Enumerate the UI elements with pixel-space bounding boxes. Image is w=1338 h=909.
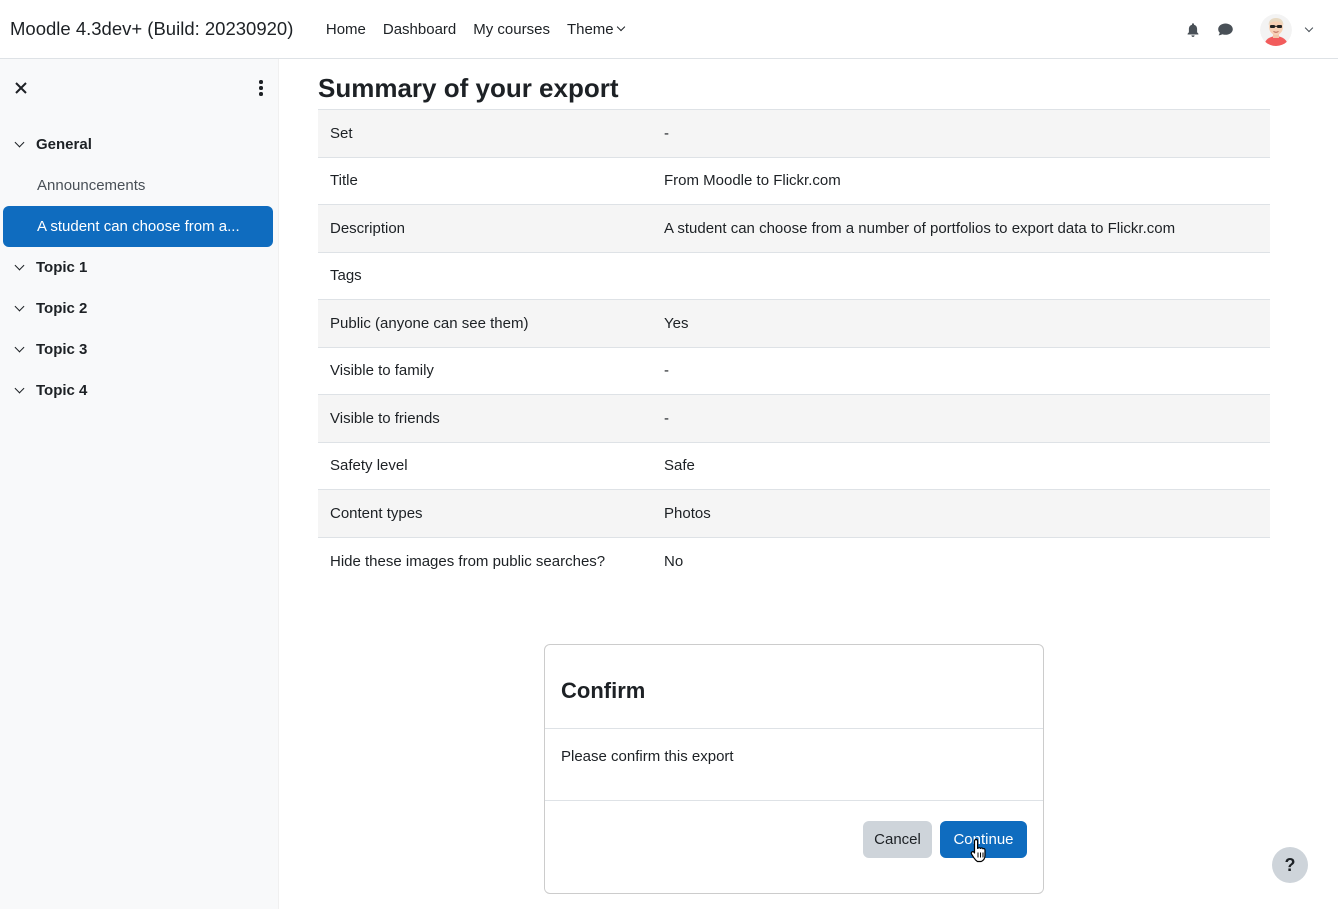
row-key: Title	[318, 156, 652, 205]
nav-my-courses-label: My courses	[473, 20, 550, 38]
nav-home[interactable]: Home	[317, 21, 374, 38]
row-key: Public (anyone can see them)	[318, 299, 652, 347]
row-value: A student can choose from a number of po…	[652, 204, 1270, 252]
export-summary-table: Set - Title From Moodle to Flickr.com Desc…	[318, 109, 1270, 585]
row-value	[652, 251, 1270, 300]
section-label: Topic 3	[36, 341, 88, 358]
table-row: Set -	[318, 109, 1270, 157]
nav-dashboard-label: Dashboard	[382, 20, 457, 38]
bell-icon	[1187, 22, 1199, 37]
table-row: Hide these images from public searches? N…	[318, 536, 1270, 585]
section-general[interactable]: General	[0, 124, 279, 165]
section-label: Topic 4	[36, 382, 88, 399]
avatar	[1260, 13, 1292, 46]
row-key: Content types	[318, 489, 652, 537]
table-row: Description A student can choose from a n…	[318, 204, 1270, 252]
row-key: Description	[318, 204, 652, 252]
notifications-button[interactable]	[1177, 14, 1209, 46]
section-label: General	[36, 136, 92, 153]
top-navbar: Moodle 4.3dev+ (Build: 20230920) Home Da…	[0, 0, 1338, 59]
page-title: Summary of your export	[318, 73, 619, 103]
close-icon	[15, 82, 27, 94]
table-row: Visible to family -	[318, 346, 1270, 395]
confirm-footer: Cancel Continue	[545, 801, 1043, 893]
course-index-options-button[interactable]	[252, 77, 270, 99]
user-menu-toggle[interactable]	[1260, 13, 1314, 46]
section-topic-1[interactable]: Topic 1	[0, 247, 279, 288]
chevron-down-icon[interactable]	[14, 137, 25, 147]
row-value: Photos	[652, 489, 1270, 537]
messages-button[interactable]	[1209, 14, 1241, 46]
nav-theme-label: Theme	[566, 20, 614, 38]
table-row: Public (anyone can see them) Yes	[318, 299, 1270, 347]
section-label: Topic 1	[36, 259, 88, 276]
table-row: Title From Moodle to Flickr.com	[318, 156, 1270, 205]
row-value: Yes	[652, 299, 1270, 347]
row-key: Safety level	[318, 441, 652, 490]
row-value: -	[652, 109, 1270, 157]
confirm-message: Please confirm this export	[545, 729, 1043, 801]
section-label: Topic 2	[36, 300, 88, 317]
row-key: Visible to friends	[318, 394, 652, 442]
continue-button[interactable]: Continue	[940, 821, 1027, 858]
row-key: Hide these images from public searches?	[318, 536, 652, 585]
help-button[interactable]: ?	[1272, 847, 1308, 883]
table-row: Content types Photos	[318, 489, 1270, 537]
course-index-item-active[interactable]: A student can choose from a...	[3, 206, 273, 247]
chevron-down-icon[interactable]	[14, 342, 25, 352]
table-row: Tags	[318, 251, 1270, 300]
cancel-button[interactable]: Cancel	[863, 821, 932, 858]
chevron-down-icon	[1304, 23, 1314, 32]
chat-bubble-icon	[1217, 23, 1233, 35]
course-index-drawer: General Announcements A student can choo…	[0, 59, 279, 909]
row-value: -	[652, 346, 1270, 395]
dot	[259, 86, 263, 90]
table-row: Safety level Safe	[318, 441, 1270, 490]
site-brand[interactable]: Moodle 4.3dev+ (Build: 20230920)	[10, 18, 293, 40]
nav-dashboard[interactable]: Dashboard	[374, 21, 464, 38]
main-region: Summary of your export Set - Title From Mo…	[318, 59, 1270, 585]
confirm-title: Confirm	[561, 677, 646, 703]
section-topic-3[interactable]: Topic 3	[0, 329, 279, 370]
nav-my-courses[interactable]: My courses	[465, 21, 559, 38]
course-index-item-announcements[interactable]: Announcements	[0, 165, 279, 206]
chevron-down-icon[interactable]	[14, 383, 25, 393]
chevron-down-icon[interactable]	[14, 260, 25, 270]
section-topic-2[interactable]: Topic 2	[0, 288, 279, 329]
dot	[259, 92, 263, 96]
user-nav	[1177, 0, 1338, 59]
course-index: General Announcements A student can choo…	[0, 124, 279, 411]
chevron-down-icon[interactable]	[14, 301, 25, 311]
row-value: Safe	[652, 441, 1270, 490]
chevron-down-icon	[616, 22, 625, 32]
row-key: Tags	[318, 251, 652, 300]
nav-home-label: Home	[325, 20, 366, 38]
section-topic-4[interactable]: Topic 4	[0, 370, 279, 411]
row-key: Set	[318, 109, 652, 157]
primary-navigation: Home Dashboard My courses Theme	[317, 0, 632, 59]
dot	[259, 80, 263, 84]
row-value: From Moodle to Flickr.com	[652, 156, 1270, 205]
confirm-header: Confirm	[545, 645, 1043, 729]
table-row: Visible to friends -	[318, 394, 1270, 442]
row-value: No	[652, 536, 1270, 585]
row-value: -	[652, 394, 1270, 442]
row-key: Visible to family	[318, 346, 652, 395]
nav-theme-dropdown[interactable]: Theme	[558, 21, 632, 38]
close-drawer-button[interactable]	[10, 77, 32, 99]
confirm-dialog: Confirm Please confirm this export Cance…	[544, 644, 1044, 894]
